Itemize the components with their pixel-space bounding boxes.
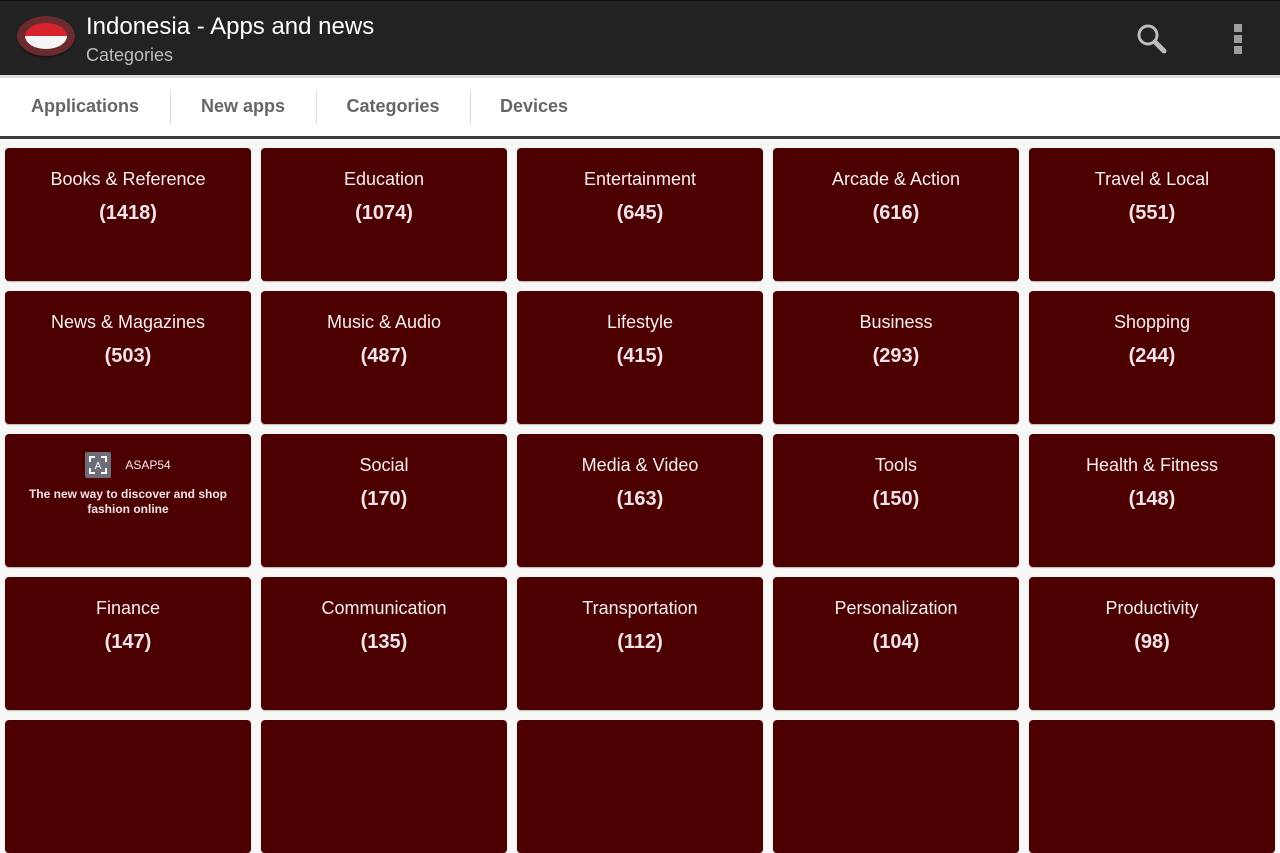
- category-name: Health & Fitness: [1085, 455, 1219, 475]
- category-count: (1418): [99, 202, 157, 224]
- flag-graphic: [25, 23, 67, 49]
- ad-app-icon: A: [85, 452, 112, 478]
- category-tile-productivity[interactable]: Productivity (98): [1029, 577, 1275, 710]
- category-tile-arcade-action[interactable]: Arcade & Action (616): [773, 148, 1019, 281]
- category-count: (135): [360, 631, 408, 653]
- category-tile-communication[interactable]: Communication (135): [261, 577, 507, 710]
- category-count: (170): [360, 488, 408, 510]
- category-count: (244): [1128, 345, 1176, 367]
- category-tile-travel-local[interactable]: Travel & Local (551): [1029, 148, 1275, 281]
- ad-tile[interactable]: A ASAP54 The new way to discover and sho…: [5, 434, 251, 567]
- overflow-menu-button[interactable]: [1214, 15, 1262, 63]
- indonesia-flag-icon[interactable]: [17, 16, 75, 56]
- tab-divider: [316, 90, 317, 124]
- frame-a-icon: A: [89, 456, 108, 474]
- category-tile-books-reference[interactable]: Books & Reference (1418): [5, 148, 251, 281]
- category-count: (150): [872, 488, 920, 510]
- search-button[interactable]: [1128, 15, 1176, 63]
- tab-bar: Applications New apps Categories Devices: [0, 75, 1280, 139]
- action-bar: Indonesia - Apps and news Categories: [0, 0, 1280, 75]
- category-tile-finance[interactable]: Finance (147): [5, 577, 251, 710]
- category-name: Productivity: [1105, 598, 1199, 618]
- category-name: Entertainment: [583, 169, 697, 189]
- screen-subtitle: Categories: [86, 45, 174, 65]
- tab-divider: [170, 90, 171, 124]
- category-name: Finance: [95, 598, 161, 618]
- search-icon: [1137, 24, 1167, 54]
- category-tile-entertainment[interactable]: Entertainment (645): [517, 148, 763, 281]
- category-tile-tools[interactable]: Tools (150): [773, 434, 1019, 567]
- category-tile-partial[interactable]: [261, 720, 507, 853]
- tab-divider: [470, 90, 471, 124]
- category-count: (551): [1128, 202, 1176, 224]
- category-name: News & Magazines: [50, 312, 206, 332]
- category-tile-partial[interactable]: [5, 720, 251, 853]
- category-name: Books & Reference: [50, 169, 206, 189]
- category-name: Education: [343, 169, 425, 189]
- category-count: (645): [616, 202, 664, 224]
- app-title: Indonesia - Apps and news: [86, 13, 375, 40]
- ad-header: A ASAP54: [5, 452, 251, 478]
- category-tile-shopping[interactable]: Shopping (244): [1029, 291, 1275, 424]
- tab-categories[interactable]: Categories: [334, 89, 452, 123]
- category-tile-news-magazines[interactable]: News & Magazines (503): [5, 291, 251, 424]
- tab-applications[interactable]: Applications: [20, 89, 150, 123]
- category-tile-partial[interactable]: [773, 720, 1019, 853]
- category-tile-health-fitness[interactable]: Health & Fitness (148): [1029, 434, 1275, 567]
- category-tile-media-video[interactable]: Media & Video (163): [517, 434, 763, 567]
- category-name: Travel & Local: [1094, 169, 1210, 189]
- category-count: (104): [872, 631, 920, 653]
- ad-brand-name: ASAP54: [125, 458, 171, 472]
- category-name: Communication: [321, 598, 447, 618]
- category-name: Social: [359, 455, 409, 475]
- category-tile-business[interactable]: Business (293): [773, 291, 1019, 424]
- category-count: (148): [1128, 488, 1176, 510]
- category-name: Music & Audio: [326, 312, 442, 332]
- category-name: Transportation: [582, 598, 698, 618]
- category-tile-lifestyle[interactable]: Lifestyle (415): [517, 291, 763, 424]
- category-name: Media & Video: [581, 455, 699, 475]
- category-tile-transportation[interactable]: Transportation (112): [517, 577, 763, 710]
- category-tile-social[interactable]: Social (170): [261, 434, 507, 567]
- category-name: Shopping: [1113, 312, 1191, 332]
- ad-icon-letter: A: [95, 461, 102, 472]
- more-vertical-icon: [1234, 24, 1242, 54]
- category-tile-partial[interactable]: [517, 720, 763, 853]
- category-count: (415): [616, 345, 664, 367]
- ad-description: The new way to discover and shop fashion…: [28, 487, 228, 516]
- tab-new-apps[interactable]: New apps: [188, 89, 298, 123]
- category-grid: Books & Reference (1418) Education (1074…: [5, 148, 1275, 853]
- category-tile-partial[interactable]: [1029, 720, 1275, 853]
- category-count: (147): [104, 631, 152, 653]
- category-count: (487): [360, 345, 408, 367]
- tab-devices[interactable]: Devices: [488, 89, 580, 123]
- category-name: Lifestyle: [606, 312, 674, 332]
- category-count: (503): [104, 345, 152, 367]
- category-name: Personalization: [834, 598, 958, 618]
- category-name: Arcade & Action: [831, 169, 961, 189]
- category-count: (98): [1134, 631, 1170, 653]
- category-count: (112): [617, 631, 663, 653]
- category-count: (1074): [355, 202, 413, 224]
- category-count: (616): [872, 202, 920, 224]
- category-tile-personalization[interactable]: Personalization (104): [773, 577, 1019, 710]
- category-tile-education[interactable]: Education (1074): [261, 148, 507, 281]
- category-tile-music-audio[interactable]: Music & Audio (487): [261, 291, 507, 424]
- category-count: (163): [616, 488, 664, 510]
- category-name: Business: [859, 312, 933, 332]
- category-count: (293): [872, 345, 920, 367]
- category-name: Tools: [874, 455, 918, 475]
